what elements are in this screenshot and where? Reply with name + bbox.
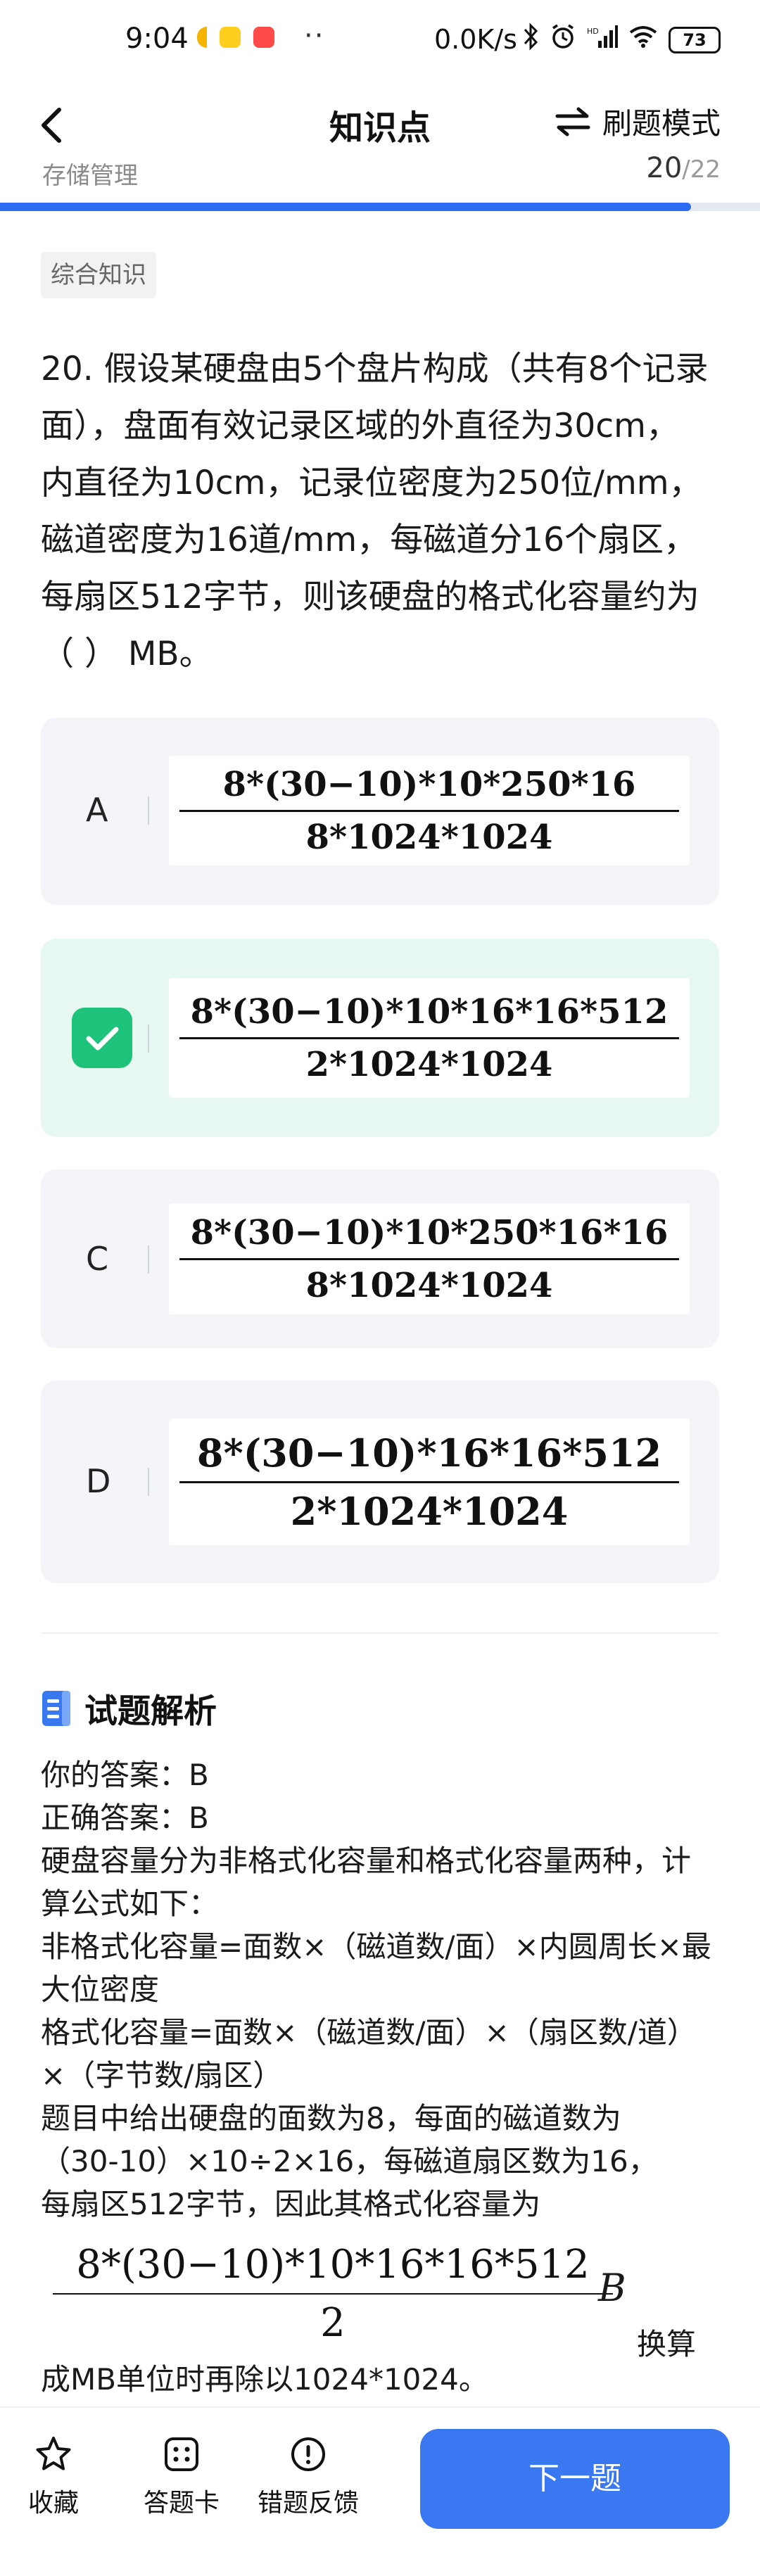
practice-mode-button[interactable]: 刷题模式 bbox=[555, 100, 721, 143]
formula-numerator: 8*(30−10)*10*250*16 bbox=[222, 764, 636, 804]
correct-check-icon bbox=[72, 1008, 132, 1068]
option-formula: 8*(30−10)*16*16*512 2*1024*1024 bbox=[169, 1419, 690, 1545]
alert-icon bbox=[291, 2437, 325, 2471]
progress-bar-fill bbox=[0, 203, 691, 211]
your-answer: 你的答案：B bbox=[41, 1758, 209, 1792]
status-time: 9:04 bbox=[125, 23, 189, 55]
answer-card-icon bbox=[165, 2437, 198, 2471]
formula-numerator: 8*(30−10)*10*16*16*512 bbox=[76, 2242, 590, 2288]
progress-bar bbox=[0, 203, 760, 211]
total-questions: /22 bbox=[682, 156, 721, 184]
signal-icon: HD bbox=[587, 24, 618, 56]
correct-answer: 正确答案：B bbox=[41, 1801, 209, 1835]
practice-mode-label: 刷题模式 bbox=[602, 106, 721, 141]
analysis-paragraph: 题目中给出硬盘的面数为8，每面的磁道数为（30-10）×10÷2×16，每磁道扇… bbox=[41, 2101, 658, 2221]
fraction-bar bbox=[179, 809, 680, 812]
formula-denominator: 2*1024*1024 bbox=[290, 1488, 569, 1534]
favorite-label: 收藏 bbox=[28, 2489, 80, 2518]
analysis-body: 你的答案：B 正确答案：B 硬盘容量分为非格式化容量和格式化容量两种，计算公式如… bbox=[41, 1753, 719, 2226]
breadcrumb: 存储管理 bbox=[42, 162, 138, 190]
bluetooth-icon bbox=[522, 23, 539, 57]
network-speed: 0.0K/s bbox=[434, 24, 517, 55]
analysis-text: 换算 bbox=[637, 2327, 697, 2361]
notification-icons bbox=[197, 27, 274, 48]
status-bar: 9:04 ·· 0.0K/s HD 73 bbox=[0, 0, 760, 77]
wifi-icon bbox=[628, 24, 659, 56]
formula-denominator: 2 bbox=[320, 2300, 346, 2346]
error-feedback-button[interactable]: 错题反馈 bbox=[258, 2435, 359, 2519]
document-icon bbox=[42, 1690, 70, 1726]
formula-unit: B bbox=[598, 2266, 626, 2310]
fraction-bar bbox=[179, 1480, 680, 1483]
moon-notification-icon bbox=[197, 27, 207, 48]
analysis-paragraph: 硬盘容量分为非格式化容量和格式化容量两种，计算公式如下： bbox=[41, 1844, 692, 1921]
option-formula: 8*(30−10)*10*250*16*16 8*1024*1024 bbox=[169, 1203, 690, 1314]
option-divider bbox=[148, 1468, 149, 1496]
option-formula: 8*(30−10)*10*250*16 8*1024*1024 bbox=[169, 756, 690, 865]
battery-indicator: 73 bbox=[669, 26, 721, 53]
option-letter: C bbox=[86, 1240, 109, 1278]
more-notifications-icon: ·· bbox=[304, 20, 325, 52]
analysis-title: 试题解析 bbox=[84, 1692, 217, 1731]
analysis-header: 试题解析 bbox=[41, 1684, 217, 1732]
option-divider bbox=[148, 797, 149, 825]
fraction-bar bbox=[179, 1036, 680, 1039]
option-a[interactable]: A 8*(30−10)*10*250*16 8*1024*1024 bbox=[41, 718, 719, 905]
error-feedback-label: 错题反馈 bbox=[258, 2489, 360, 2518]
analysis-paragraph: 非格式化容量=面数×（磁道数/面）×内圆周长×最大位密度 bbox=[41, 1929, 711, 2007]
shop-notification-icon bbox=[253, 27, 274, 48]
option-formula: 8*(30−10)*10*16*16*512 2*1024*1024 bbox=[169, 978, 690, 1098]
section-tag: 综合知识 bbox=[41, 252, 156, 298]
formula-numerator: 8*(30−10)*10*16*16*512 bbox=[190, 991, 669, 1032]
section-divider bbox=[41, 1632, 719, 1634]
chevron-left-icon bbox=[42, 108, 61, 143]
alarm-icon bbox=[549, 23, 577, 57]
analysis-formula: 8*(30−10)*10*16*16*512 2 bbox=[41, 2238, 625, 2350]
answer-card-button[interactable]: 答题卡 bbox=[144, 2435, 220, 2519]
back-button[interactable] bbox=[28, 97, 77, 153]
app-notification-icon bbox=[220, 27, 241, 48]
svg-text:HD: HD bbox=[587, 27, 599, 36]
formula-denominator: 8*1024*1024 bbox=[305, 1265, 553, 1305]
formula-denominator: 2*1024*1024 bbox=[305, 1044, 553, 1084]
formula-denominator: 8*1024*1024 bbox=[305, 817, 553, 857]
formula-numerator: 8*(30−10)*10*250*16*16 bbox=[190, 1212, 669, 1252]
swap-icon bbox=[555, 107, 590, 136]
system-icons: HD 73 bbox=[522, 23, 721, 57]
fraction-bar bbox=[52, 2293, 614, 2295]
option-b[interactable]: 8*(30−10)*10*16*16*512 2*1024*1024 bbox=[41, 939, 719, 1137]
option-letter: D bbox=[86, 1462, 111, 1500]
favorite-button[interactable]: 收藏 bbox=[28, 2435, 79, 2519]
current-question-number: 20 bbox=[646, 152, 683, 184]
next-question-button[interactable]: 下一题 bbox=[420, 2429, 730, 2529]
analysis-text: 成MB单位时再除以1024*1024。 bbox=[41, 2362, 488, 2397]
answer-card-label: 答题卡 bbox=[144, 2489, 220, 2518]
star-icon bbox=[36, 2437, 71, 2470]
option-d[interactable]: D 8*(30−10)*16*16*512 2*1024*1024 bbox=[41, 1381, 719, 1583]
bottom-action-bar: 收藏 答题卡 错题反馈 下一题 bbox=[0, 2406, 760, 2576]
question-text: 20. 假设某硬盘由5个盘片构成（共有8个记录面），盘面有效记录区域的外直径为3… bbox=[41, 350, 709, 673]
fraction-bar bbox=[179, 1257, 680, 1260]
question-counter: 20/22 bbox=[646, 152, 721, 184]
formula-numerator: 8*(30−10)*16*16*512 bbox=[196, 1430, 662, 1476]
option-divider bbox=[148, 1245, 149, 1274]
analysis-paragraph: 格式化容量=面数×（磁道数/面）×（扇区数/道）×（字节数/扇区） bbox=[41, 2015, 697, 2093]
option-letter: A bbox=[86, 791, 108, 829]
option-c[interactable]: C 8*(30−10)*10*250*16*16 8*1024*1024 bbox=[41, 1169, 719, 1348]
option-divider bbox=[148, 1024, 149, 1053]
